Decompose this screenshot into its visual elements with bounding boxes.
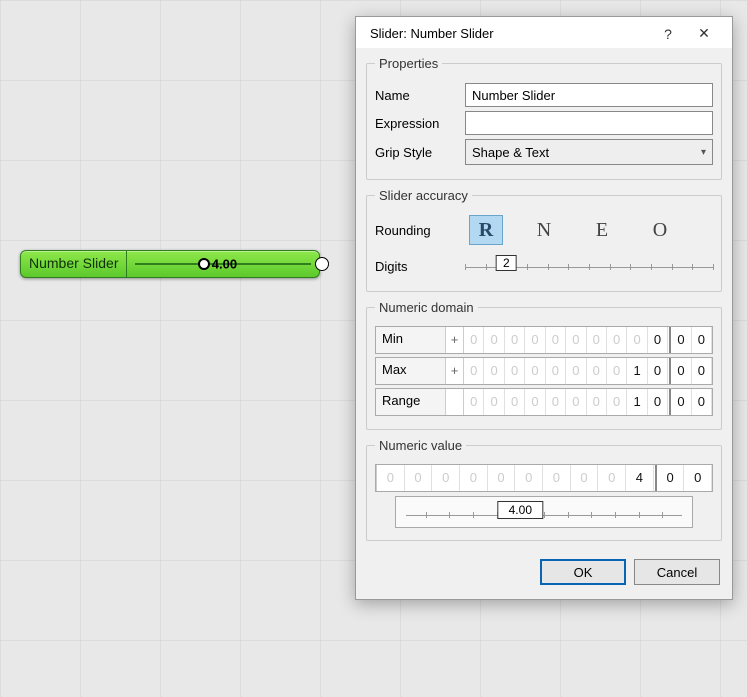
digit-cell[interactable]: 0 xyxy=(671,327,691,353)
digit-cell[interactable]: 0 xyxy=(607,389,627,415)
digit-cell[interactable]: 0 xyxy=(515,465,543,491)
digit-cell[interactable]: 0 xyxy=(566,327,586,353)
digit-cell[interactable]: 0 xyxy=(464,358,484,384)
expression-label: Expression xyxy=(375,116,465,131)
button-bar: OK Cancel xyxy=(356,549,732,599)
domain-group: Numeric domain Min + 000000000000 Max + … xyxy=(366,300,722,430)
digit-cell[interactable]: 0 xyxy=(587,358,607,384)
digit-cell[interactable]: 0 xyxy=(627,327,647,353)
rounding-option-n[interactable]: N xyxy=(527,215,561,245)
range-label: Range xyxy=(376,389,446,415)
digit-cell[interactable]: 0 xyxy=(460,465,488,491)
digit-cell[interactable]: 0 xyxy=(648,358,668,384)
digit-cell[interactable]: 0 xyxy=(607,327,627,353)
domain-legend: Numeric domain xyxy=(375,300,478,315)
digit-cell[interactable]: 1 xyxy=(627,358,647,384)
digit-cell[interactable]: 0 xyxy=(587,389,607,415)
output-grip[interactable] xyxy=(315,257,329,271)
slider-knob[interactable] xyxy=(198,258,210,270)
digit-cell[interactable]: 0 xyxy=(607,358,627,384)
help-button[interactable]: ? xyxy=(650,26,686,42)
digit-cell[interactable]: 0 xyxy=(546,358,566,384)
properties-group: Properties Name Expression Grip Style Sh… xyxy=(366,56,722,180)
value-row[interactable]: 000000000400 xyxy=(375,464,713,492)
digit-cell[interactable]: 0 xyxy=(598,465,626,491)
digit-cell[interactable]: 0 xyxy=(692,389,712,415)
min-label: Min xyxy=(376,327,446,353)
slider-settings-dialog: Slider: Number Slider ? ✕ Properties Nam… xyxy=(355,16,733,600)
grip-style-value: Shape & Text xyxy=(472,145,549,160)
digit-cell[interactable]: 0 xyxy=(484,358,504,384)
cancel-button[interactable]: Cancel xyxy=(634,559,720,585)
grip-style-select[interactable]: Shape & Text ▾ xyxy=(465,139,713,165)
dialog-titlebar: Slider: Number Slider ? ✕ xyxy=(356,17,732,48)
digit-cell[interactable]: 0 xyxy=(432,465,460,491)
digits-label: Digits xyxy=(375,259,465,274)
digit-cell[interactable]: 0 xyxy=(692,358,712,384)
digit-cell[interactable]: 0 xyxy=(505,389,525,415)
digit-cell[interactable]: 0 xyxy=(648,327,668,353)
digit-cell[interactable]: 0 xyxy=(546,389,566,415)
rounding-option-r[interactable]: R xyxy=(469,215,503,245)
digit-cell[interactable]: 0 xyxy=(692,327,712,353)
number-slider-component[interactable]: Number Slider 4.00 xyxy=(20,250,320,278)
digit-cell[interactable]: 0 xyxy=(505,358,525,384)
digit-cell[interactable]: 4 xyxy=(626,465,654,491)
max-row[interactable]: Max + 000000001000 xyxy=(375,357,713,385)
component-label: Number Slider xyxy=(21,251,127,277)
digit-cell[interactable]: 0 xyxy=(525,358,545,384)
slider-track[interactable]: 4.00 xyxy=(127,251,319,277)
rounding-option-o[interactable]: O xyxy=(643,215,677,245)
range-row: Range 000000001000 xyxy=(375,388,713,416)
digit-cell[interactable]: 0 xyxy=(671,389,691,415)
digit-cell[interactable]: 0 xyxy=(587,327,607,353)
digit-cell[interactable]: 0 xyxy=(566,389,586,415)
digit-cell[interactable]: 0 xyxy=(505,327,525,353)
chevron-down-icon: ▾ xyxy=(701,147,706,158)
name-input[interactable] xyxy=(465,83,713,107)
expression-input[interactable] xyxy=(465,111,713,135)
digit-cell[interactable]: 0 xyxy=(377,465,405,491)
accuracy-group: Slider accuracy Rounding RNEO Digits 2 xyxy=(366,188,722,292)
ok-button[interactable]: OK xyxy=(540,559,626,585)
value-slider-box[interactable]: 4.00 xyxy=(498,501,543,519)
digit-cell[interactable]: 0 xyxy=(484,327,504,353)
digit-cell[interactable]: 0 xyxy=(484,389,504,415)
digit-cell[interactable]: 0 xyxy=(464,389,484,415)
digit-cell[interactable]: 0 xyxy=(405,465,433,491)
digits-slider[interactable]: 2 xyxy=(465,255,713,277)
dialog-title: Slider: Number Slider xyxy=(370,26,650,41)
digit-cell[interactable]: 0 xyxy=(525,389,545,415)
min-row[interactable]: Min + 000000000000 xyxy=(375,326,713,354)
digit-cell[interactable]: 1 xyxy=(627,389,647,415)
rounding-option-e[interactable]: E xyxy=(585,215,619,245)
max-sign[interactable]: + xyxy=(446,358,464,384)
digit-cell[interactable]: 0 xyxy=(464,327,484,353)
digit-cell[interactable]: 0 xyxy=(566,358,586,384)
slider-value-display: 4.00 xyxy=(212,257,237,272)
properties-legend: Properties xyxy=(375,56,442,71)
close-button[interactable]: ✕ xyxy=(686,25,722,42)
rounding-label: Rounding xyxy=(375,223,465,238)
value-slider[interactable]: 4.00 xyxy=(395,496,693,528)
digit-cell[interactable]: 0 xyxy=(571,465,599,491)
digit-cell[interactable]: 0 xyxy=(648,389,668,415)
digit-cell[interactable]: 0 xyxy=(488,465,516,491)
value-legend: Numeric value xyxy=(375,438,466,453)
digit-cell[interactable]: 0 xyxy=(684,465,712,491)
digit-cell[interactable]: 0 xyxy=(546,327,566,353)
value-group: Numeric value 000000000400 4.00 xyxy=(366,438,722,541)
digit-cell[interactable]: 0 xyxy=(657,465,685,491)
digit-cell[interactable]: 0 xyxy=(525,327,545,353)
min-sign[interactable]: + xyxy=(446,327,464,353)
max-label: Max xyxy=(376,358,446,384)
digits-value-box[interactable]: 2 xyxy=(496,255,517,271)
digit-cell[interactable]: 0 xyxy=(671,358,691,384)
digit-cell[interactable]: 0 xyxy=(543,465,571,491)
name-label: Name xyxy=(375,88,465,103)
accuracy-legend: Slider accuracy xyxy=(375,188,472,203)
grip-style-label: Grip Style xyxy=(375,145,465,160)
